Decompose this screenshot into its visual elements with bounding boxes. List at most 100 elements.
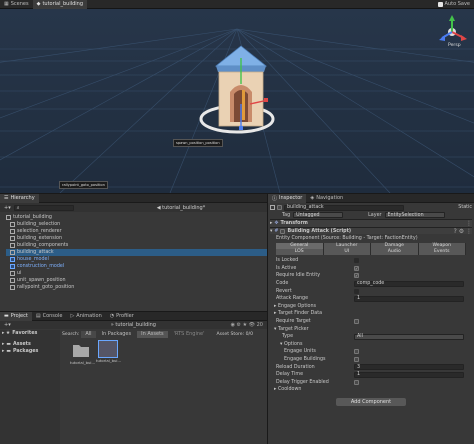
hierarchy-item[interactable]: unit_spawn_position <box>6 277 267 284</box>
add-icon[interactable]: +▾ <box>4 205 11 211</box>
field-checkbox[interactable] <box>354 288 359 294</box>
hierarchy-item[interactable]: ui <box>6 270 267 277</box>
tag-dropdown[interactable]: Untagged <box>293 212 344 219</box>
scope-in-assets[interactable]: In Assets <box>137 330 168 338</box>
tab-console[interactable]: ▤ Console <box>32 312 67 321</box>
transform-header[interactable]: ▸ ✥ Transform ⋮ <box>270 219 472 227</box>
component-tab-los[interactable]: LOS <box>276 248 324 255</box>
field-row: Require Idle Entity ✓ <box>276 273 359 279</box>
folder-icon <box>73 345 89 357</box>
tab-scenes[interactable]: ▦ Scenes <box>0 0 33 9</box>
hierarchy-item[interactable]: building_extension <box>6 235 267 242</box>
gameobject-icon <box>10 222 15 227</box>
engage-buildings-checkbox[interactable] <box>354 356 359 362</box>
auto-save-checkbox[interactable] <box>437 1 443 7</box>
asset-store-count: Asset Store: 0/0 <box>216 331 254 337</box>
delay-time-row: Delay Time 1 <box>270 371 472 379</box>
active-checkbox[interactable] <box>277 205 282 211</box>
type-dropdown[interactable]: All <box>354 333 464 340</box>
prefab-thumbnail-icon <box>98 340 118 358</box>
delay-time-field[interactable]: 1 <box>354 371 464 378</box>
tab-navigation[interactable]: ◈ Navigation <box>306 194 347 203</box>
scene-tab-bar: ▦ Scenes ◆ tutorial_building Auto Save <box>0 0 474 9</box>
hierarchy-item[interactable]: rallypoint_goto_position <box>6 284 267 291</box>
add-component-button[interactable]: Add Component <box>336 397 406 406</box>
field-input[interactable]: comp_code <box>354 280 464 287</box>
hierarchy-item[interactable]: construction_model <box>6 263 267 270</box>
scene-view[interactable]: spawn_position_position rallypoint_goto_… <box>0 0 474 193</box>
tab-tutorial-building[interactable]: ◆ tutorial_building <box>32 0 88 9</box>
component-header[interactable]: ▾ # Building Attack (Script) ? ⚙ ⋮ <box>270 226 472 235</box>
gameobject-icon <box>6 215 11 220</box>
assets-item[interactable]: ▸ ▬ Assets <box>0 341 60 348</box>
tab-animation[interactable]: ▷ Animation <box>66 312 105 321</box>
tutorial-scene-title[interactable]: ◀ tutorial_building* <box>157 205 206 211</box>
engage-units-checkbox[interactable] <box>354 349 359 355</box>
list-icon: ☰ <box>4 195 9 201</box>
tab-inspector[interactable]: ⓘ Inspector <box>268 193 307 203</box>
hierarchy-item[interactable]: building_attack <box>6 249 267 256</box>
object-header: building_attack Static <box>270 204 472 212</box>
gameobject-icon <box>10 243 15 248</box>
path-breadcrumb[interactable]: » tutorial_building <box>111 322 156 328</box>
delay-trigger-checkbox[interactable] <box>354 379 359 385</box>
scope-in-packages[interactable]: In Packages <box>98 331 136 338</box>
require-target-row: Require Target <box>270 318 472 326</box>
spawn-position-label[interactable]: spawn_position_position <box>173 139 223 147</box>
hierarchy-search-input[interactable]: ⌕ <box>13 204 74 211</box>
folder-icon: ▬ <box>6 349 11 354</box>
expand-arrow-icon: ▾ <box>270 228 273 234</box>
console-icon: ▤ <box>35 313 41 319</box>
cooldown-foldout[interactable]: ▸ Cooldown <box>270 386 472 394</box>
field-checkbox[interactable] <box>354 258 359 264</box>
object-name-field[interactable]: building_attack <box>284 204 404 211</box>
field-row: Code comp_code <box>270 280 472 288</box>
project-tools-icon[interactable]: ◉ ⚙ ★ 👁 20 <box>231 322 263 328</box>
hierarchy-item[interactable]: tutorial_building <box>6 214 267 221</box>
scope-rts-engine[interactable]: 'RTS Engine' <box>170 331 209 338</box>
hierarchy-item[interactable]: selection_renderer <box>6 228 267 235</box>
favorites-item[interactable]: ▸ ★ Favorites <box>0 330 60 337</box>
gameobject-icon <box>10 236 15 241</box>
scope-all[interactable]: All <box>81 330 96 338</box>
options-foldout[interactable]: ▾ Options <box>270 341 472 349</box>
component-tab-ui[interactable]: UI <box>323 248 371 255</box>
target-picker-foldout[interactable]: ▾ Target Picker <box>270 325 472 333</box>
search-icon: ⌕ <box>16 204 20 211</box>
hierarchy-item[interactable]: building_components <box>6 242 267 249</box>
hierarchy-item[interactable]: house_model <box>6 256 267 263</box>
inspector-tabs: ⓘ Inspector ◈ Navigation <box>268 193 474 203</box>
rallypoint-label[interactable]: rallypoint_goto_position <box>59 181 108 189</box>
component-tab-audio[interactable]: Audio <box>371 248 419 255</box>
layer-dropdown[interactable]: EntitySelection <box>384 212 445 219</box>
compass-icon: ◈ <box>310 195 315 201</box>
persp-label[interactable]: Persp <box>448 43 461 48</box>
tab-project[interactable]: ▬ Project <box>0 311 32 321</box>
asset-folder[interactable]: tutorial_bui... <box>70 342 95 365</box>
add-asset-icon[interactable]: +▾ <box>4 322 11 328</box>
inspector-body: building_attack Static Tag Untagged Laye… <box>268 203 474 407</box>
field-checkbox[interactable]: ✓ <box>354 273 359 279</box>
field-input[interactable]: 1 <box>354 295 464 302</box>
asset-prefab[interactable]: tutorial_bui... <box>96 340 121 363</box>
gameobject-icon <box>270 205 275 211</box>
building-model[interactable] <box>210 44 272 136</box>
tab-hierarchy[interactable]: ☰ Hierarchy <box>0 193 39 203</box>
component-enabled-checkbox[interactable] <box>280 228 286 234</box>
field-checkbox[interactable]: ✓ <box>354 265 359 271</box>
static-toggle[interactable]: Static <box>458 205 472 210</box>
tab-profiler[interactable]: ◔ Profiler <box>106 312 138 321</box>
packages-item[interactable]: ▸ ▬ Packages <box>0 348 60 355</box>
kebab-menu-icon[interactable]: ⋮ <box>466 220 472 227</box>
hierarchy-item[interactable]: building_selection <box>6 221 267 228</box>
reload-duration-field[interactable]: 3 <box>354 364 464 371</box>
target-finder-foldout[interactable]: ▸ Target Finder Data <box>270 310 472 318</box>
help-icon[interactable]: ? ⚙ ⋮ <box>454 228 472 235</box>
search-scope-bar: Search: All In Packages In Assets 'RTS E… <box>62 330 254 338</box>
engage-options-foldout[interactable]: ▸ Engage Options <box>270 303 472 311</box>
component-tab-events[interactable]: Events <box>418 248 466 255</box>
require-target-checkbox[interactable] <box>354 319 359 325</box>
auto-save-toggle[interactable]: Auto Save <box>434 0 474 9</box>
project-toolbar: +▾ » tutorial_building ◉ ⚙ ★ 👁 20 <box>0 321 267 329</box>
reload-duration-row: Reload Duration 3 <box>270 363 472 371</box>
